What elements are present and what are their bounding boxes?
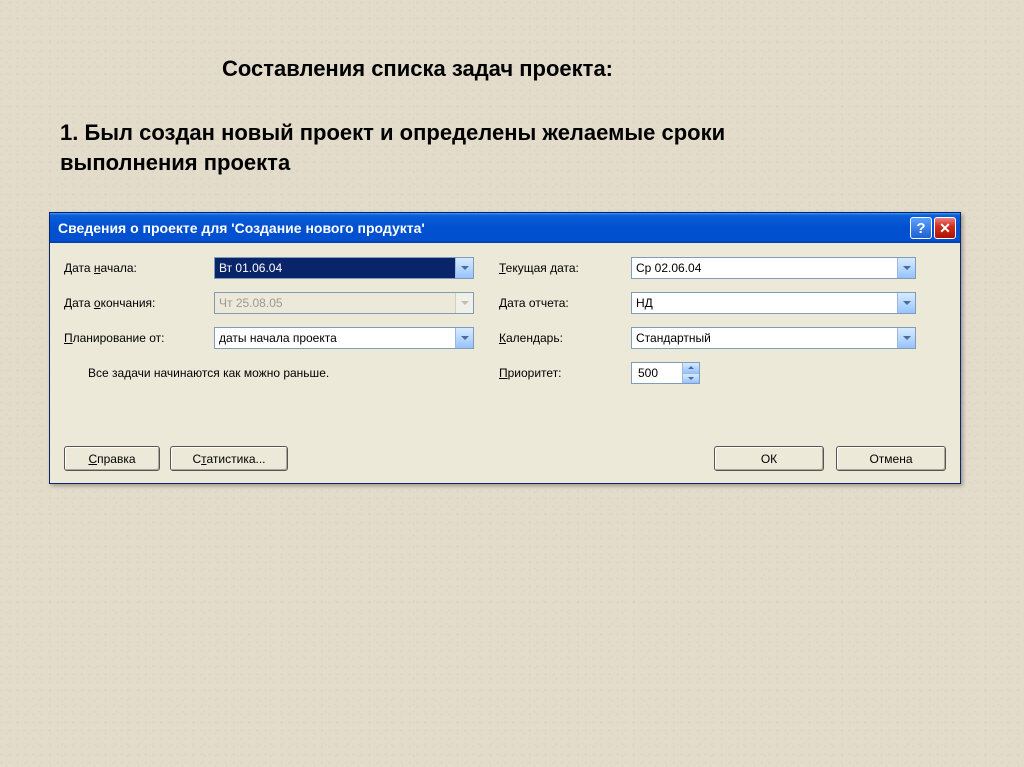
titlebar-buttons: ? ✕ — [910, 217, 956, 239]
schedule-hint: Все задачи начинаются как можно раньше. — [88, 366, 329, 380]
dropdown-icon — [455, 293, 473, 313]
priority-label: Приоритет: — [499, 366, 631, 380]
schedule-from-label: Планирование от: — [64, 331, 214, 345]
start-date-value: Вт 01.06.04 — [215, 258, 455, 278]
current-date-label: Текущая дата: — [499, 261, 631, 275]
dialog-body: Дата начала: Вт 01.06.04 Текущая дата: С… — [50, 243, 960, 483]
end-date-value: Чт 25.08.05 — [215, 293, 455, 313]
report-date-combo[interactable]: НД — [631, 292, 916, 314]
report-date-value: НД — [632, 293, 897, 313]
schedule-from-combo[interactable]: даты начала проекта — [214, 327, 474, 349]
dropdown-icon[interactable] — [897, 328, 915, 348]
dropdown-icon[interactable] — [455, 328, 473, 348]
calendar-combo[interactable]: Стандартный — [631, 327, 916, 349]
project-info-dialog: Сведения о проекте для 'Создание нового … — [49, 212, 961, 484]
dropdown-icon[interactable] — [455, 258, 473, 278]
start-date-combo[interactable]: Вт 01.06.04 — [214, 257, 474, 279]
help-icon[interactable]: ? — [910, 217, 932, 239]
ok-button[interactable]: ОК — [714, 446, 824, 471]
schedule-from-value: даты начала проекта — [215, 328, 455, 348]
calendar-label: Календарь: — [499, 331, 631, 345]
page-subtitle: 1. Был создан новый проект и определены … — [60, 118, 725, 177]
priority-spinner[interactable]: 500 — [631, 362, 700, 384]
stats-button[interactable]: Статистика... — [170, 446, 288, 471]
report-date-label: Дата отчета: — [499, 296, 631, 310]
dropdown-icon[interactable] — [897, 293, 915, 313]
dropdown-icon[interactable] — [897, 258, 915, 278]
calendar-value: Стандартный — [632, 328, 897, 348]
current-date-value: Ср 02.06.04 — [632, 258, 897, 278]
priority-value: 500 — [632, 363, 682, 383]
page-title: Составления списка задач проекта: — [222, 56, 613, 82]
cancel-button[interactable]: Отмена — [836, 446, 946, 471]
end-date-combo: Чт 25.08.05 — [214, 292, 474, 314]
titlebar: Сведения о проекте для 'Создание нового … — [50, 213, 960, 243]
spinner-up-icon[interactable] — [683, 363, 699, 373]
dialog-title: Сведения о проекте для 'Создание нового … — [58, 220, 425, 236]
button-row: Справка Статистика... ОК Отмена — [64, 446, 946, 471]
end-date-label: Дата окончания: — [64, 296, 214, 310]
start-date-label: Дата начала: — [64, 261, 214, 275]
current-date-combo[interactable]: Ср 02.06.04 — [631, 257, 916, 279]
close-icon[interactable]: ✕ — [934, 217, 956, 239]
spinner-down-icon[interactable] — [683, 373, 699, 384]
help-button[interactable]: Справка — [64, 446, 160, 471]
